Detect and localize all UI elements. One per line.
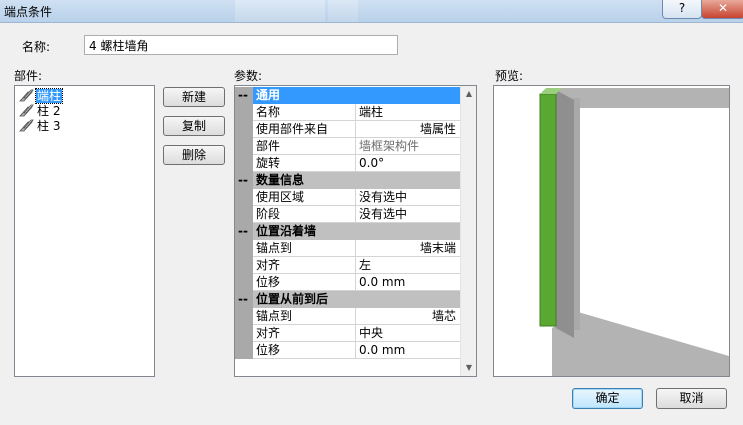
title-bar: 端点条件 ? ✕ [0, 0, 743, 23]
parameter-grid: -- 通用 名称 端柱 使用部件来自 墙属性 部件 墙框架构件 旋转 0.0° -- 数量信息 使用区域… [234, 85, 477, 377]
grid-category-label: 数量信息 [253, 172, 460, 189]
grid-property-value[interactable]: 左 [356, 257, 460, 274]
grid-property-value[interactable]: 没有选中 [356, 206, 460, 223]
grid-property-row[interactable]: 阶段 没有选中 [235, 206, 460, 223]
corner-preview-graphic [539, 88, 729, 376]
grid-property-value[interactable]: 0.0 mm [356, 342, 460, 359]
grid-gutter [235, 308, 253, 325]
collapse-toggle[interactable]: -- [238, 291, 248, 307]
grid-property-key: 位移 [253, 342, 356, 359]
part-item-label: 端柱 [34, 88, 64, 104]
help-button[interactable]: ? [662, 0, 702, 19]
grid-property-key: 部件 [253, 138, 356, 155]
new-button[interactable]: 新建 [163, 87, 225, 107]
part-item-end-stud[interactable]: 端柱 [18, 88, 64, 104]
grid-category-label: 位置从前到后 [253, 291, 460, 308]
grid-gutter [235, 121, 253, 138]
preview-panel [493, 85, 730, 377]
grid-gutter [235, 240, 253, 257]
grid-category-label: 通用 [253, 87, 460, 104]
grid-property-row[interactable]: 位移 0.0 mm [235, 274, 460, 291]
grid-property-row[interactable]: 名称 端柱 [235, 104, 460, 121]
grid-category-row[interactable]: -- 位置沿着墙 [235, 223, 460, 240]
delete-button[interactable]: 删除 [163, 145, 225, 165]
grid-property-key: 位移 [253, 274, 356, 291]
grid-property-value[interactable]: 墙属性 [356, 121, 460, 138]
part-item-label: 柱 3 [37, 119, 61, 133]
collapse-toggle[interactable]: -- [238, 87, 248, 103]
parts-label: 部件: [14, 69, 43, 83]
cancel-button[interactable]: 取消 [656, 388, 727, 409]
grid-gutter [235, 274, 253, 291]
preview-label: 预览: [495, 69, 524, 83]
grid-property-key: 锚点到 [253, 240, 356, 257]
collapse-toggle[interactable]: -- [238, 223, 248, 239]
grid-property-key: 对齐 [253, 325, 356, 342]
grid-property-row[interactable]: 锚点到 墙末端 [235, 240, 460, 257]
grid-property-row[interactable]: 位移 0.0 mm [235, 342, 460, 359]
grid-property-row[interactable]: 锚点到 墙芯 [235, 308, 460, 325]
grid-category-row[interactable]: -- 数量信息 [235, 172, 460, 189]
stud-icon [19, 119, 34, 132]
grid-property-value[interactable]: 墙框架构件 [356, 138, 460, 155]
grid-property-key: 对齐 [253, 257, 356, 274]
grid-property-value[interactable]: 墙末端 [356, 240, 460, 257]
grid-property-row[interactable]: 对齐左 [235, 257, 460, 274]
ok-button[interactable]: 确定 [572, 388, 643, 409]
background-window-ghost [235, 0, 325, 22]
parameter-scrollbar[interactable]: ▲ ▼ [460, 86, 476, 376]
grid-property-value[interactable]: 墙芯 [356, 308, 460, 325]
parts-list[interactable]: 端柱 柱 2 柱 3 [14, 85, 155, 377]
stud-icon [19, 104, 34, 117]
grid-property-value[interactable]: 端柱 [356, 104, 460, 121]
grid-gutter [235, 325, 253, 342]
grid-category-label: 位置沿着墙 [253, 223, 460, 240]
grid-property-key: 使用区域 [253, 189, 356, 206]
stud-icon [19, 89, 34, 102]
part-item-stud-3[interactable]: 柱 3 [18, 119, 61, 133]
arrow-up-icon[interactable]: ▲ [461, 86, 476, 102]
collapse-toggle[interactable]: -- [238, 172, 248, 188]
end-condition-dialog: 端点条件 ? ✕ 名称: 部件: 参数: 预览: 端柱 柱 2 柱 3 新建 复… [0, 0, 743, 425]
grid-property-value[interactable]: 0.0 mm [356, 274, 460, 291]
grid-property-key: 旋转 [253, 155, 356, 172]
grid-gutter [235, 138, 253, 155]
grid-property-row[interactable]: 使用区域 没有选中 [235, 189, 460, 206]
grid-category-row[interactable]: -- 通用 [235, 87, 460, 104]
window-title: 端点条件 [4, 5, 53, 19]
grid-property-row[interactable]: 对齐 中央 [235, 325, 460, 342]
grid-property-row[interactable]: 旋转 0.0° [235, 155, 460, 172]
grid-property-row[interactable]: 使用部件来自 墙属性 [235, 121, 460, 138]
name-input[interactable] [84, 35, 398, 55]
grid-gutter [235, 257, 253, 274]
part-item-stud-2[interactable]: 柱 2 [18, 104, 61, 118]
grid-property-key: 阶段 [253, 206, 356, 223]
grid-property-key: 名称 [253, 104, 356, 121]
close-button[interactable]: ✕ [701, 0, 743, 19]
grid-gutter [235, 206, 253, 223]
arrow-down-icon[interactable]: ▼ [461, 360, 476, 376]
grid-property-value[interactable]: 0.0° [356, 155, 460, 172]
copy-button[interactable]: 复制 [163, 116, 225, 136]
grid-property-value[interactable]: 没有选中 [356, 189, 460, 206]
grid-category-row[interactable]: -- 位置从前到后 [235, 291, 460, 308]
grid-gutter [235, 104, 253, 121]
background-window-ghost-2 [328, 0, 358, 22]
grid-property-value[interactable]: 中央 [356, 325, 460, 342]
grid-gutter [235, 189, 253, 206]
grid-property-key: 使用部件来自 [253, 121, 356, 138]
part-item-label: 柱 2 [37, 104, 61, 118]
name-label: 名称: [22, 40, 51, 54]
grid-property-row[interactable]: 部件 墙框架构件 [235, 138, 460, 155]
grid-property-key: 锚点到 [253, 308, 356, 325]
grid-gutter [235, 342, 253, 359]
params-label: 参数: [234, 69, 263, 83]
grid-gutter [235, 155, 253, 172]
